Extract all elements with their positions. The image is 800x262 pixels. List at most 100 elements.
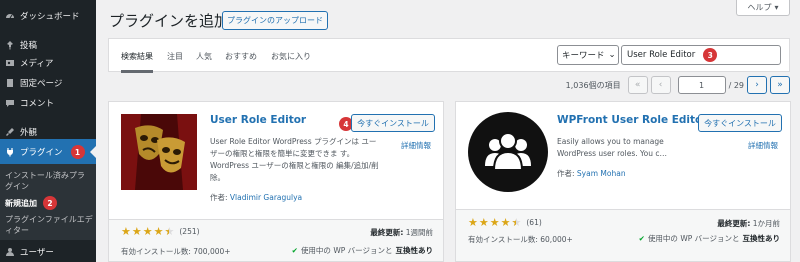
help-label: ヘルプ [747,3,772,12]
rating-count: (61) [526,218,542,227]
next-page-button[interactable]: › [747,76,767,94]
updated-label: 最終更新: [370,228,404,237]
sidebar-label: 固定ページ [20,79,63,89]
admin-sidebar: ダッシュボード 投稿 メディア 固定ページ コメント 外観 プラグイン 1 イン… [0,0,96,262]
items-count: 1,036個の項目 [565,80,621,90]
plugin-card-footer: ★ ★ ★ ★ ★★ (61) 最終更新: 1か月前 有効インストール数: 60… [456,209,790,261]
step-badge: 1 [70,145,85,159]
plugin-filter-bar: 検索結果 注目 人気 おすすめ お気に入り キーワード ⌄ User Role … [108,38,790,73]
sidebar-item-add-new[interactable]: 新規追加 2 [5,196,57,210]
sidebar-item-appearance[interactable]: 外観 [0,125,96,139]
sidebar-label: ユーザー [20,248,54,258]
sidebar-item-comments[interactable]: コメント [0,96,96,110]
active-installs: 有効インストール数: 700,000+ [121,247,231,256]
plugin-thumbnail[interactable] [468,112,548,192]
dashboard-icon [0,11,20,21]
plugin-name-link[interactable]: WPFront User Role Editor [557,114,707,126]
plugin-card: User Role Editor 4 今すぐインストール 詳細情報 User R… [108,101,444,262]
last-updated: 最終更新: 1か月前 [717,218,780,229]
sidebar-label: コメント [20,99,55,109]
select-value: キーワード [562,51,605,61]
user-icon [0,247,20,257]
pagination: 1,036個の項目 « ‹ 1 / 29 › » [566,76,790,94]
upload-plugin-button[interactable]: プラグインのアップロード [222,11,328,30]
comment-icon [0,98,20,108]
page-icon [0,78,20,88]
sidebar-item-dashboard[interactable]: ダッシュボード [0,8,96,24]
plugin-name-link[interactable]: User Role Editor [210,114,306,126]
sidebar-label: プラグイン [20,148,63,158]
current-page-input[interactable]: 1 [677,76,726,94]
search-value: User Role Editor [627,50,696,60]
plugin-description: Easily allows you to manage WordPress us… [557,137,667,158]
install-now-button[interactable]: 今すぐインストール [698,114,782,132]
sidebar-label: 外観 [20,128,38,138]
sidebar-item-plugins[interactable]: プラグイン 1 [0,139,96,165]
page-title: プラグインを追加 [109,12,230,30]
sidebar-item-installed-plugins[interactable]: インストール済みプラグイン [5,170,91,192]
author-label: 作者: [557,169,575,178]
plugin-card: WPFront User Role Editor 今すぐインストール 詳細情報 … [455,101,791,262]
star-full-icon: ★ [153,225,164,238]
sidebar-label: メディア [20,59,54,69]
chevron-down-icon: ⌄ [608,50,616,60]
sidebar-item-plugin-editor[interactable]: プラグインファイルエディター [5,214,93,236]
star-full-icon: ★ [500,216,511,229]
first-page-button[interactable]: « [627,76,648,94]
users-group-icon [468,112,548,192]
updated-value: 1か月前 [752,219,780,228]
media-icon [0,58,20,68]
star-full-icon: ★ [142,225,153,238]
star-half-icon: ★★ [511,216,522,229]
star-full-icon: ★ [478,216,489,229]
author-link[interactable]: Syam Mohan [577,169,626,178]
install-now-button[interactable]: 今すぐインストール [351,114,435,132]
sidebar-item-posts[interactable]: 投稿 [0,38,96,52]
sidebar-label: 新規追加 [5,198,37,208]
star-full-icon: ★ [468,216,478,229]
sidebar-label: ダッシュボード [20,12,80,22]
compat-text: 使用中の WP バージョンと [647,234,740,243]
sidebar-item-pages[interactable]: 固定ページ [0,76,96,90]
star-rating: ★ ★ ★ ★ ★★ (61) [468,216,542,229]
compat-strong: 互換性あり [395,246,434,255]
plugin-author: 作者: Vladimir Garagulya [210,192,302,203]
plugin-author: 作者: Syam Mohan [557,168,626,179]
sidebar-item-users[interactable]: ユーザー [0,245,96,259]
last-updated: 最終更新: 1週間前 [370,227,433,238]
search-type-select[interactable]: キーワード ⌄ [557,45,619,65]
plugin-icon [0,147,20,157]
pin-icon [0,40,20,50]
plugin-thumbnail[interactable] [121,114,197,190]
compatibility: ✔ 使用中の WP バージョンと 互換性あり [292,245,433,256]
compat-strong: 互換性あり [742,234,781,243]
plugins-submenu: インストール済みプラグイン 新規追加 2 プラグインファイルエディター [0,164,96,240]
tab-featured[interactable]: 注目 [167,51,183,62]
tab-favorites[interactable]: お気に入り [271,51,311,62]
star-full-icon: ★ [489,216,500,229]
check-icon: ✔ [638,234,645,243]
author-label: 作者: [210,193,228,202]
star-rating: ★ ★ ★ ★ ★★ (251) [121,225,200,238]
tab-search-results[interactable]: 検索結果 [121,51,153,73]
sidebar-label: 投稿 [20,41,38,51]
active-installs: 有効インストール数: 60,000+ [468,235,573,244]
sidebar-item-media[interactable]: メディア [0,56,96,70]
tab-recommended[interactable]: おすすめ [225,51,257,62]
more-details-link[interactable]: 詳細情報 [401,140,431,151]
compat-text: 使用中の WP バージョンと [300,246,393,255]
last-page-button[interactable]: » [770,76,790,94]
plugin-card-footer: ★ ★ ★ ★ ★★ (251) 最終更新: 1週間前 有効インストール数: 7… [109,219,443,261]
help-tab-button[interactable]: ヘルプ ▾ [736,0,790,16]
step-badge: 3 [703,48,718,62]
search-input[interactable]: User Role Editor 3 [621,45,781,65]
tab-popular[interactable]: 人気 [196,51,212,62]
compatibility: ✔ 使用中の WP バージョンと 互換性あり [639,233,780,244]
check-icon: ✔ [291,246,298,255]
prev-page-button[interactable]: ‹ [650,76,671,94]
star-half-icon: ★★ [164,225,175,238]
more-details-link[interactable]: 詳細情報 [748,140,778,151]
star-full-icon: ★ [121,225,131,238]
author-link[interactable]: Vladimir Garagulya [230,193,302,202]
total-pages: / 29 [728,80,744,90]
